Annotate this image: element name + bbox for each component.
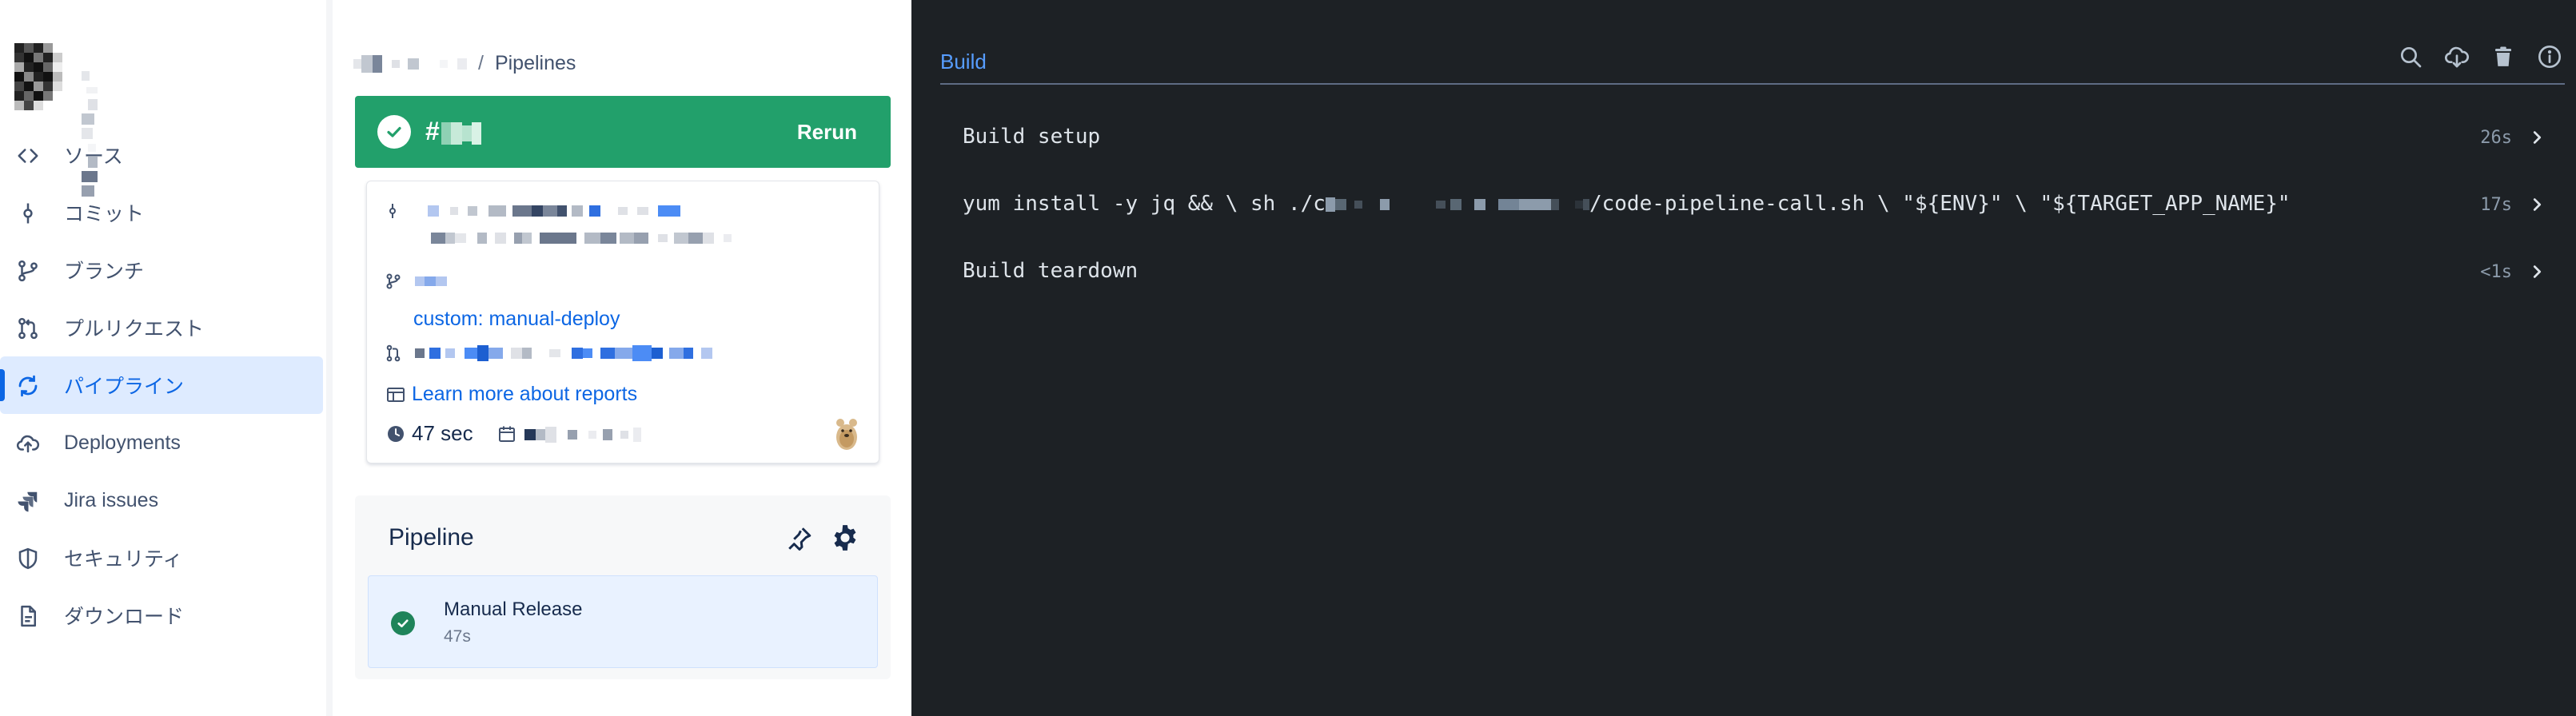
pull-request-icon bbox=[18, 317, 38, 340]
pull-request-title-redacted[interactable] bbox=[415, 345, 712, 361]
delete-log-button[interactable] bbox=[2486, 40, 2520, 74]
tab-divider bbox=[940, 83, 2565, 85]
reports-row bbox=[386, 386, 405, 404]
rerun-button[interactable]: Rerun bbox=[797, 120, 857, 145]
log-step-command: Build setup bbox=[963, 125, 1101, 149]
clock-icon bbox=[388, 425, 404, 442]
breadcrumb: / Pipelines bbox=[353, 50, 576, 77]
sidebar-item-label: ソース bbox=[64, 145, 123, 168]
sidebar-item-label: ダウンロード bbox=[64, 606, 185, 628]
build-log-panel: Build Build setup 26s yum install -y jq … bbox=[911, 0, 2576, 716]
sidebar-item-jira-issues[interactable]: Jira issues bbox=[0, 471, 323, 529]
pipeline-steps-card: Pipeline Manual Release 47s bbox=[355, 495, 891, 679]
branch-icon bbox=[386, 273, 401, 289]
log-step-duration: 17s bbox=[2480, 195, 2512, 215]
log-step-build-setup[interactable]: Build setup 26s bbox=[940, 112, 2558, 163]
sidebar: ソース コミット ブランチ プルリクエスト パイプライン Deployments… bbox=[0, 0, 333, 716]
sidebar-item-pipelines[interactable]: パイプライン bbox=[0, 356, 323, 414]
log-step-build-teardown[interactable]: Build teardown <1s bbox=[940, 246, 2558, 297]
sidebar-item-label: コミット bbox=[64, 203, 145, 225]
breadcrumb-separator: / bbox=[478, 51, 484, 74]
code-icon bbox=[18, 149, 38, 163]
run-date-redacted bbox=[524, 421, 641, 446]
search-icon bbox=[2401, 47, 2422, 68]
log-command-redacted bbox=[1325, 192, 1589, 216]
custom-pipeline-link[interactable]: custom: manual-deploy bbox=[413, 308, 620, 331]
pipeline-icon bbox=[18, 375, 38, 397]
run-details-card: custom: manual-deploy Learn more about r… bbox=[366, 181, 879, 463]
sidebar-item-label: プルリクエスト bbox=[64, 318, 205, 340]
commit-message-redacted-line2 bbox=[431, 231, 732, 245]
repository-avatar bbox=[14, 43, 72, 110]
sidebar-item-branches[interactable]: ブランチ bbox=[0, 241, 323, 299]
log-step-script[interactable]: yum install -y jq && \ sh ./c /code-pipe… bbox=[940, 179, 2558, 230]
report-icon bbox=[387, 388, 405, 402]
sidebar-item-source[interactable]: ソース bbox=[0, 126, 323, 184]
pull-request-row bbox=[386, 344, 712, 362]
shield-icon bbox=[18, 547, 38, 570]
jira-icon bbox=[18, 491, 38, 512]
search-log-button[interactable] bbox=[2394, 40, 2427, 74]
sidebar-item-label: Jira issues bbox=[64, 488, 159, 511]
sidebar-item-label: ブランチ bbox=[64, 261, 145, 283]
run-number: # bbox=[425, 117, 481, 146]
tab-build[interactable]: Build bbox=[940, 50, 987, 74]
breadcrumb-current[interactable]: Pipelines bbox=[495, 52, 576, 75]
run-number-prefix: # bbox=[425, 117, 440, 145]
branch-name-redacted[interactable] bbox=[415, 274, 447, 288]
info-button[interactable] bbox=[2533, 40, 2566, 74]
chevron-right-icon bbox=[2533, 131, 2542, 144]
log-command-end: /code-pipeline-call.sh \ "${ENV}" \ "${T… bbox=[1589, 192, 2291, 216]
sidebar-nav: ソース コミット ブランチ プルリクエスト パイプライン Deployments… bbox=[0, 126, 326, 644]
download-icon bbox=[2445, 46, 2469, 68]
log-step-duration: 26s bbox=[2480, 128, 2512, 148]
info-icon bbox=[2538, 46, 2561, 68]
learn-more-reports-link[interactable]: Learn more about reports bbox=[412, 383, 637, 406]
success-check-icon bbox=[377, 115, 411, 149]
pin-icon[interactable] bbox=[785, 524, 814, 553]
commit-icon bbox=[23, 203, 33, 224]
chevron-right-icon bbox=[2533, 265, 2542, 278]
cloud-upload-icon bbox=[16, 435, 40, 453]
sidebar-item-label: セキュリティ bbox=[64, 548, 183, 571]
duration-row: 47 sec bbox=[386, 421, 641, 446]
log-step-duration: <1s bbox=[2480, 262, 2512, 282]
pipeline-title: Pipeline bbox=[389, 524, 474, 551]
sidebar-item-pull-requests[interactable]: プルリクエスト bbox=[0, 299, 323, 356]
commit-row bbox=[386, 202, 680, 220]
breadcrumb-project-redacted[interactable] bbox=[353, 52, 467, 75]
run-number-redacted bbox=[441, 117, 481, 146]
branch-row bbox=[386, 272, 447, 290]
user-avatar[interactable] bbox=[831, 415, 863, 451]
pipeline-detail-panel: / Pipelines # Rerun custom: manual-deplo… bbox=[333, 0, 911, 716]
sidebar-item-label: パイプライン bbox=[64, 376, 185, 398]
run-duration: 47 sec bbox=[412, 421, 473, 445]
step-name: Manual Release bbox=[444, 599, 583, 620]
chevron-right-icon bbox=[2533, 198, 2542, 211]
sidebar-item-downloads[interactable]: ダウンロード bbox=[0, 587, 323, 644]
file-icon bbox=[21, 605, 36, 627]
commit-message-redacted[interactable] bbox=[428, 204, 680, 218]
commit-icon bbox=[389, 204, 396, 218]
log-step-command: Build teardown bbox=[963, 259, 1138, 283]
pipeline-step-item[interactable]: Manual Release 47s bbox=[368, 575, 878, 668]
delete-icon bbox=[2495, 46, 2511, 66]
download-log-button[interactable] bbox=[2440, 40, 2474, 74]
log-step-command: yum install -y jq && \ sh ./c /code-pipe… bbox=[963, 192, 2291, 216]
sidebar-item-label: Deployments bbox=[64, 431, 181, 454]
calendar-icon bbox=[498, 426, 515, 442]
step-duration: 47s bbox=[444, 627, 471, 646]
log-command-start: yum install -y jq && \ sh ./c bbox=[963, 192, 1326, 216]
log-toolbar bbox=[2394, 40, 2566, 74]
sidebar-item-commits[interactable]: コミット bbox=[0, 184, 323, 241]
commit-message-line2 bbox=[431, 231, 732, 245]
gear-icon[interactable] bbox=[830, 523, 860, 553]
sidebar-item-security[interactable]: セキュリティ bbox=[0, 529, 323, 587]
branch-icon bbox=[18, 260, 38, 282]
sidebar-item-deployments[interactable]: Deployments bbox=[0, 414, 323, 471]
run-status-banner: # Rerun bbox=[355, 96, 891, 168]
step-success-icon bbox=[391, 611, 415, 635]
pull-request-icon bbox=[386, 344, 401, 362]
